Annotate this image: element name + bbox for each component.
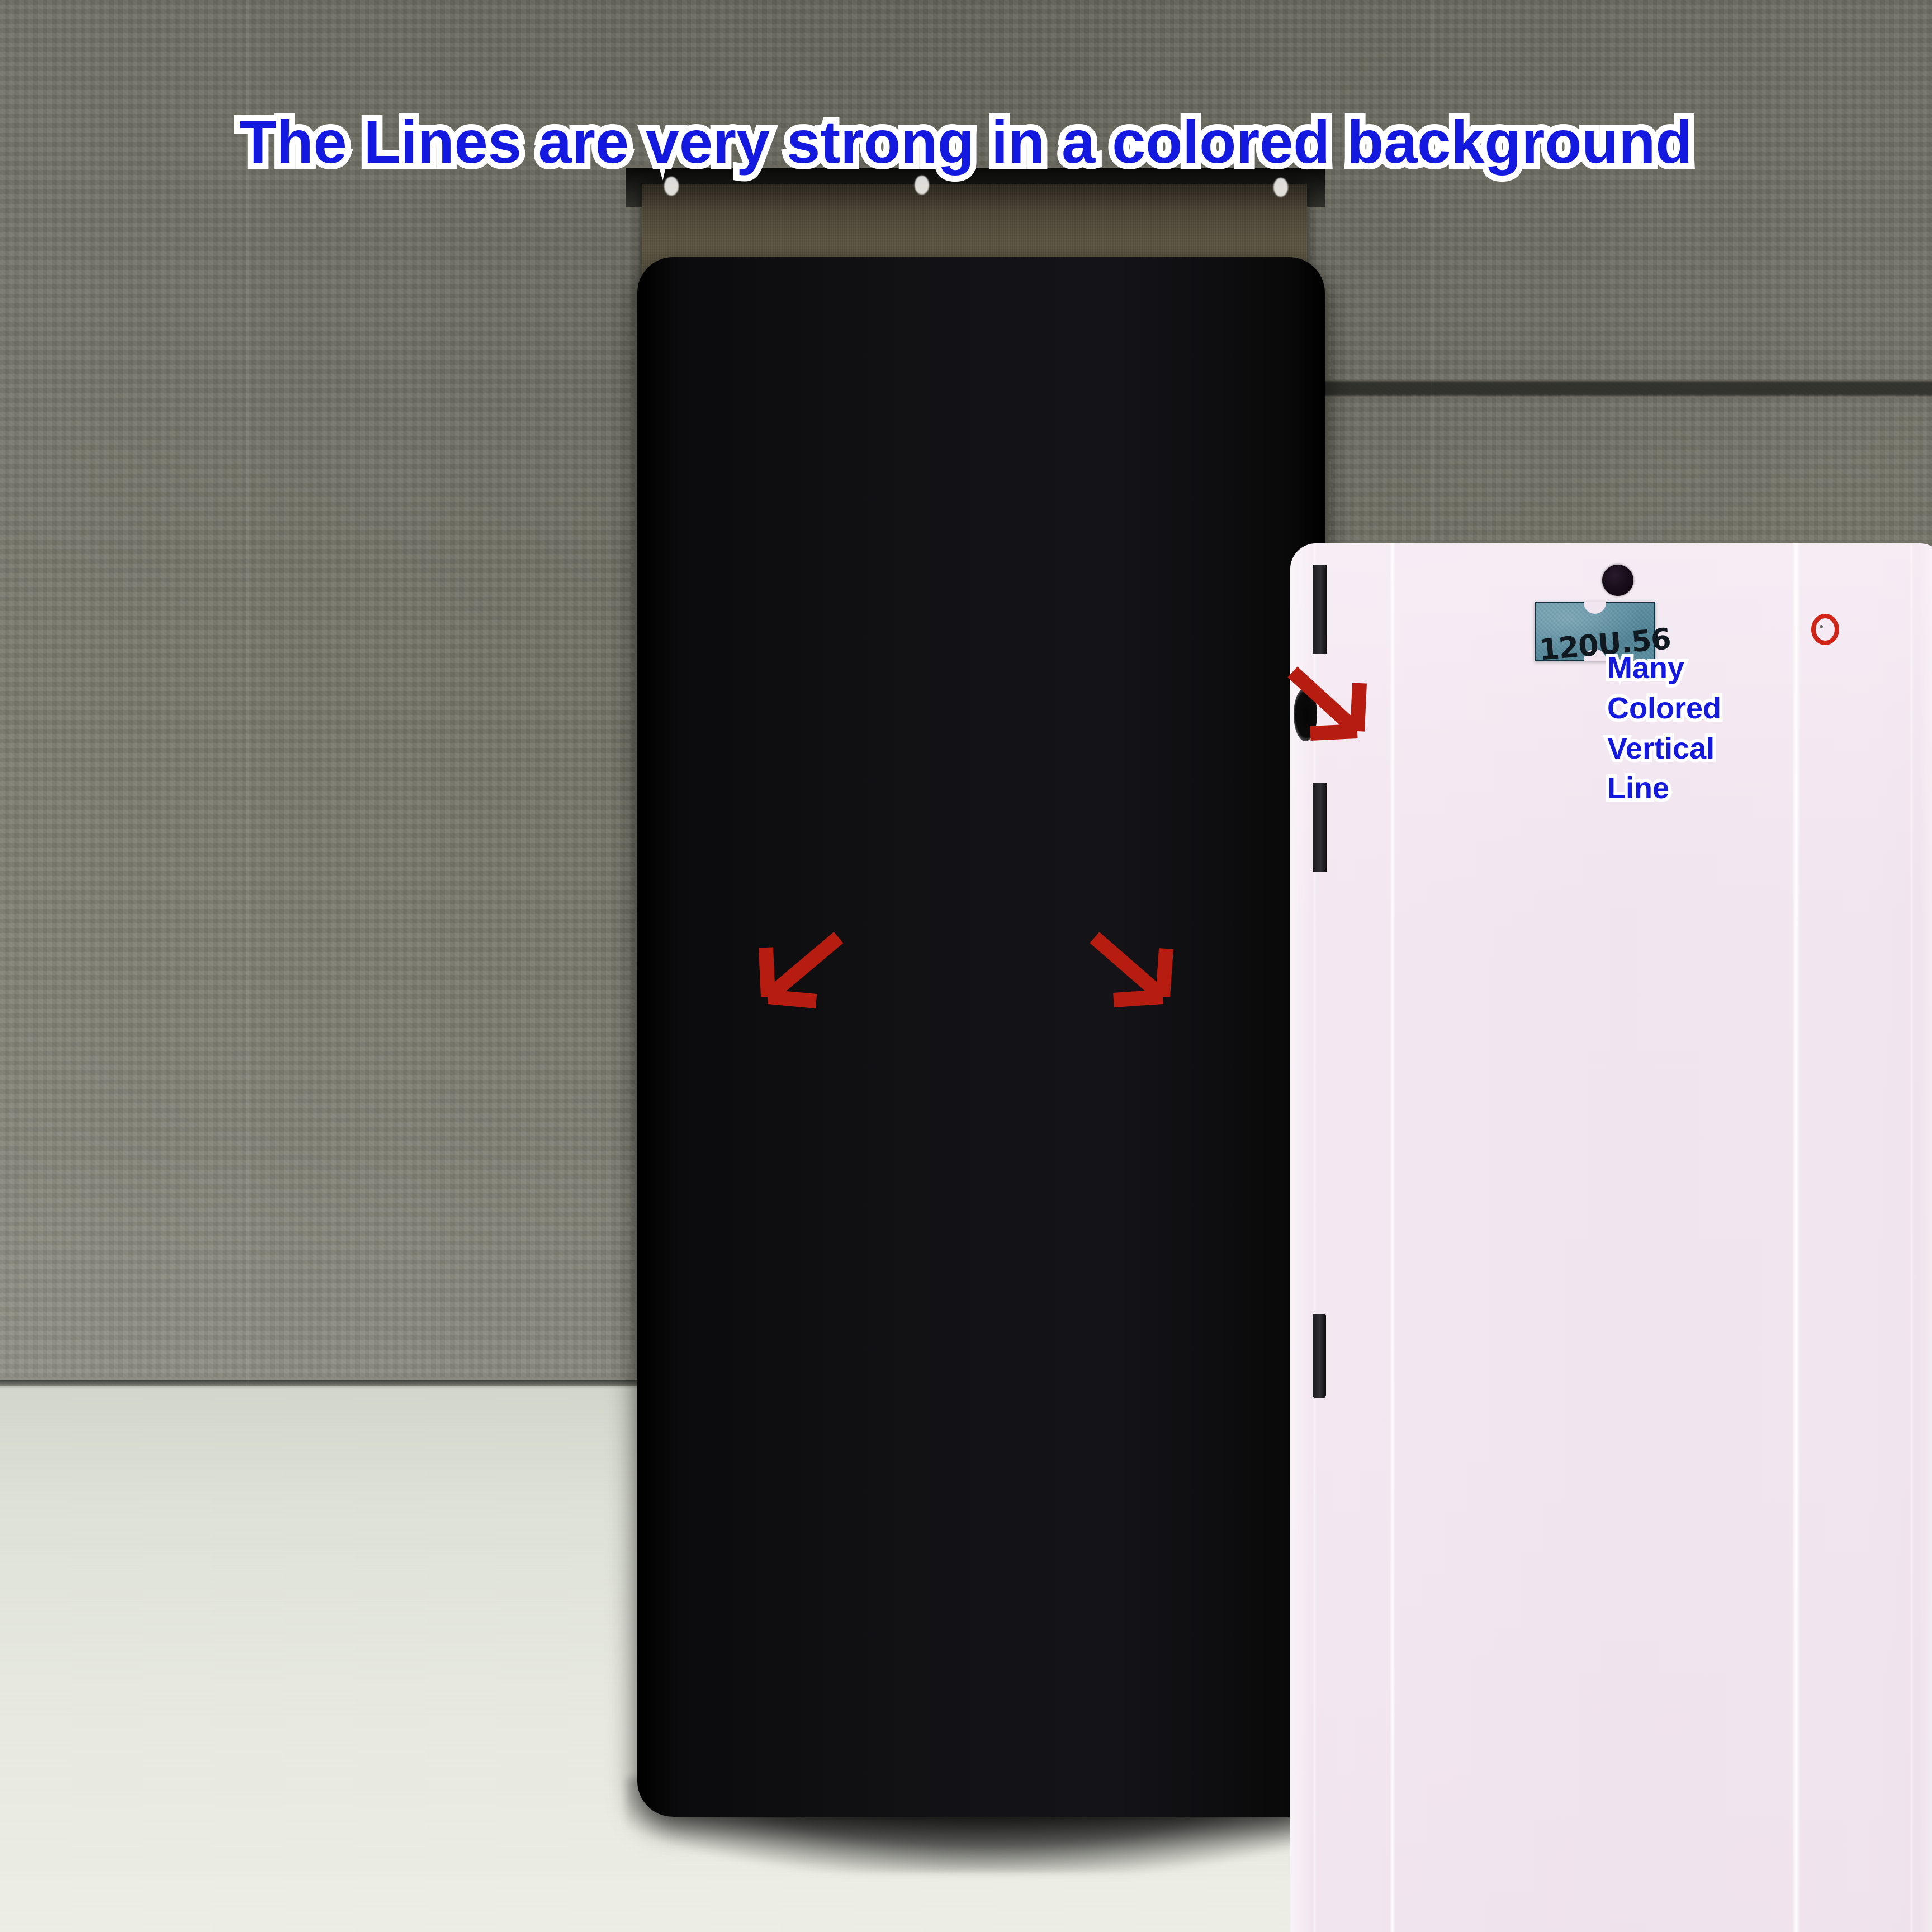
arrow-to-edge-defect-icon [1287,666,1367,741]
wall-seam [246,0,249,1386]
screen-annotation-text: Many Colored Vertical Line [1604,648,1725,808]
tape-specular-dot [1273,178,1288,197]
red-circle-marker-icon [1811,614,1839,645]
tape-highlight [1290,381,1932,396]
volume-up-button[interactable] [1313,565,1327,654]
punch-hole-front-camera-icon [1602,565,1633,596]
vertical-line-far-right [1910,543,1914,1932]
tape-specular-dot [915,176,929,195]
vertical-line-right [1792,543,1800,1932]
screenshot-root: 120U.56 Many Colored Vertical Line The L… [0,0,1932,1932]
screen-right-curve-highlight [1920,543,1932,1932]
tape-specular-dot [664,177,679,196]
power-button[interactable] [1313,1314,1326,1398]
phone-body: 120U.56 Many Colored Vertical Line [637,257,1932,1932]
page-title: The Lines are very strong in a colored b… [234,106,1699,178]
arrow-to-right-line-icon [1090,932,1173,1007]
dead-pixel-dot [1820,625,1823,628]
arrow-to-left-line-icon [759,932,844,1008]
volume-down-button[interactable] [1313,783,1327,872]
